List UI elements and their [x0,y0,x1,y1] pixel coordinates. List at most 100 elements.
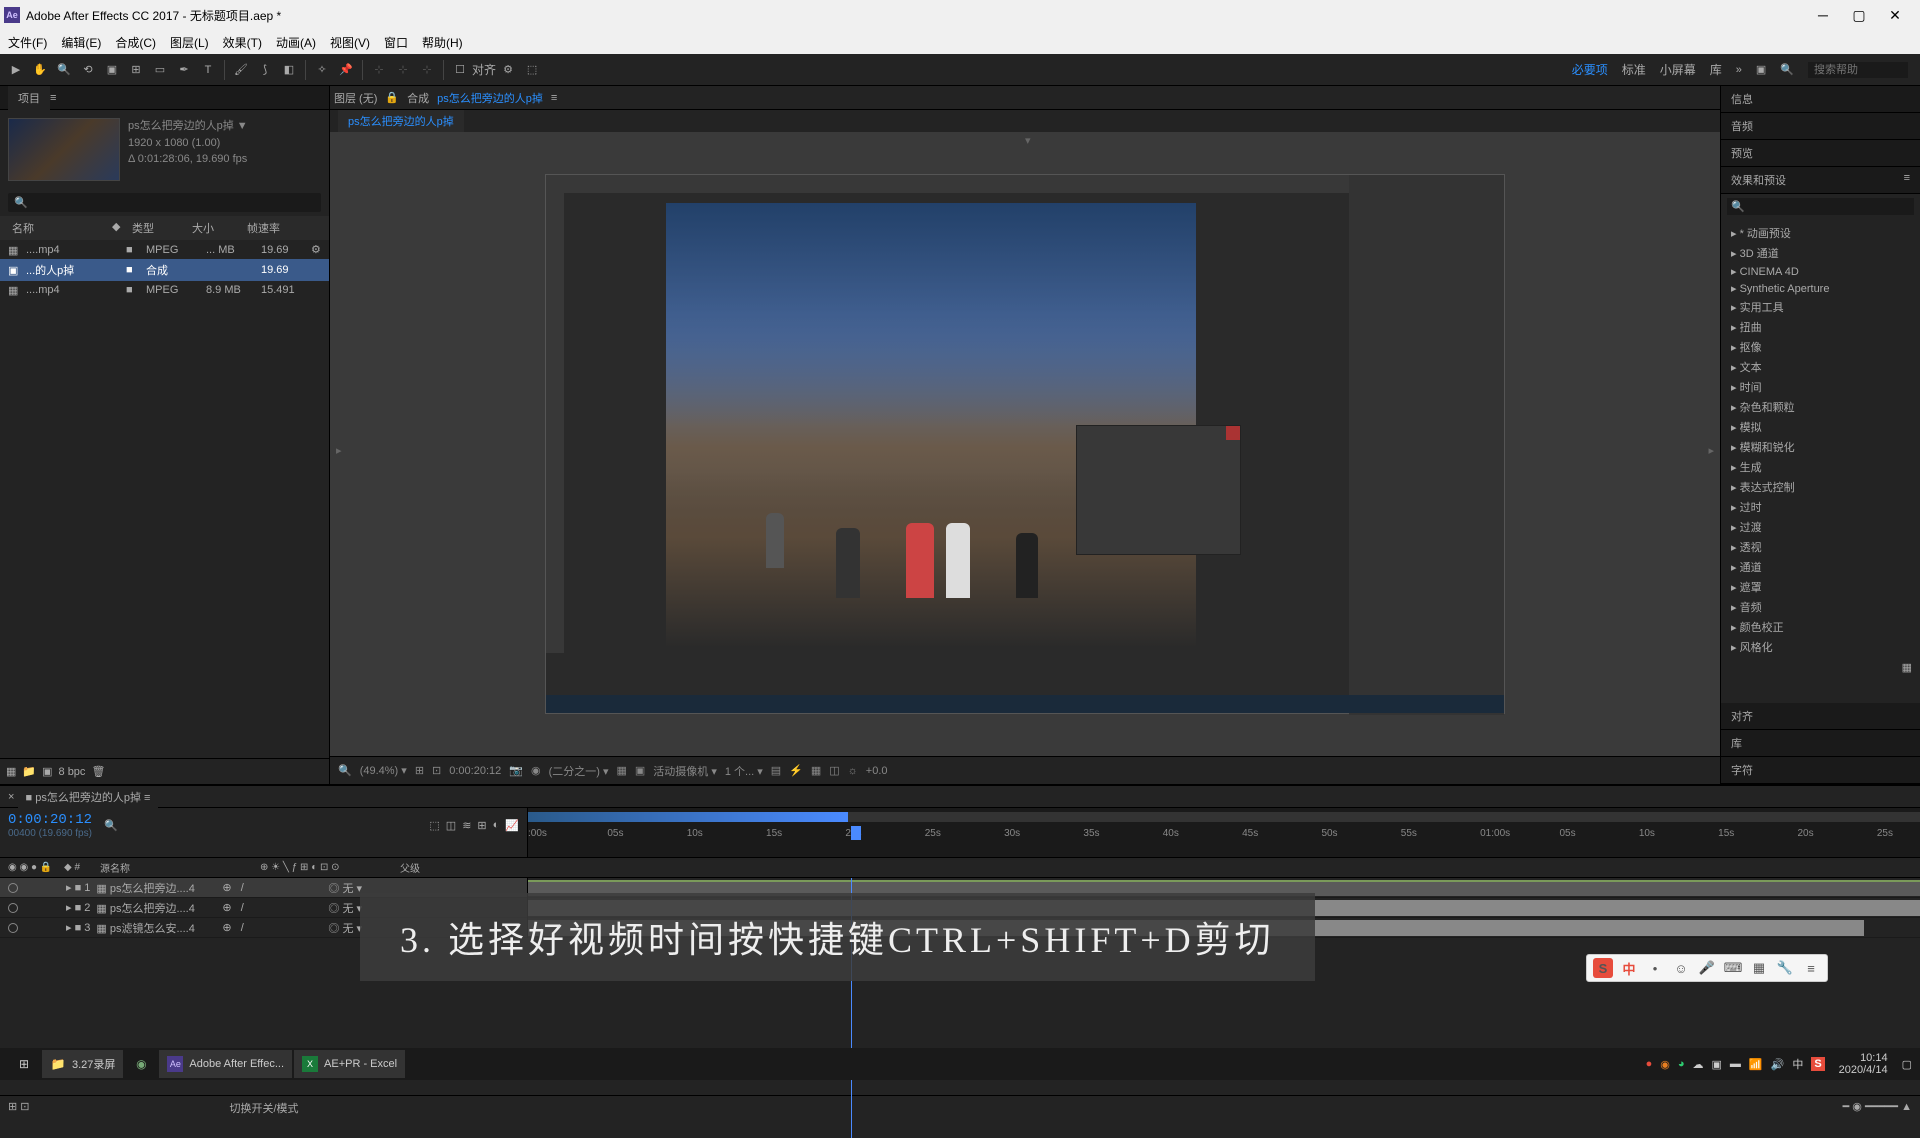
workspace-standard[interactable]: 标准 [1622,61,1646,78]
align-panel-tab[interactable]: 对齐 [1721,703,1920,730]
ime-voice-icon[interactable]: 🎤 [1697,958,1717,978]
effects-panel-tab[interactable]: 效果和预设≡ [1721,167,1920,194]
snap-edge-icon[interactable]: ⬚ [521,59,543,81]
region-icon[interactable]: ▣ [635,764,645,777]
project-tab[interactable]: 项目 [8,86,50,110]
effect-category[interactable]: ▸ 模拟 [1721,417,1920,437]
motion-blur-icon[interactable]: ◐ [493,819,500,832]
output-icon[interactable]: ▣ [1756,63,1766,76]
lock-icon[interactable]: 🔒 [385,91,399,104]
tray-cloud-icon[interactable]: ☁ [1693,1058,1704,1071]
taskbar-app[interactable]: ◉ [125,1050,157,1078]
source-name-header[interactable]: 源名称 [100,860,260,875]
taskbar-excel[interactable]: XAE+PR - Excel [294,1050,405,1078]
composition-thumbnail[interactable] [8,118,120,181]
preview-panel-tab[interactable]: 预览 [1721,140,1920,167]
zoom-tool[interactable]: 🔍 [53,59,75,81]
orbit-tool[interactable]: ⟲ [77,59,99,81]
workspace-small[interactable]: 小屏幕 [1660,61,1696,78]
eraser-tool[interactable]: ◧ [278,59,300,81]
ime-emoji-icon[interactable]: ☺ [1671,958,1691,978]
new-comp-icon[interactable]: ▣ [42,765,52,778]
selection-tool[interactable]: ▶ [5,59,27,81]
new-folder-icon[interactable]: 📁 [22,765,36,778]
resolution-dropdown[interactable]: (二分之一) ▾ [549,763,609,779]
effect-category[interactable]: ▸ 杂色和颗粒 [1721,397,1920,417]
effect-category[interactable]: ▸ 通道 [1721,557,1920,577]
menu-composition[interactable]: 合成(C) [115,34,156,51]
draft3d-icon[interactable]: ◫ [446,819,456,832]
puppet-tool[interactable]: 📌 [335,59,357,81]
resolution-icon[interactable]: ⊞ [415,764,424,777]
effect-category[interactable]: ▸ 模糊和锐化 [1721,437,1920,457]
menu-edit[interactable]: 编辑(E) [61,34,101,51]
effect-category[interactable]: ▸ 实用工具 [1721,297,1920,317]
ime-lang-icon[interactable]: 中 [1619,958,1639,978]
current-time[interactable]: 0:00:20:12 [8,812,92,828]
exposure-reset-icon[interactable]: ☼ [848,765,858,777]
tray-network-icon[interactable]: 📶 [1749,1058,1763,1071]
project-item[interactable]: ▣ ...的人p掉 ■ 合成 19.69 [0,259,329,281]
snap-checkbox[interactable]: ☐ [449,59,471,81]
project-item[interactable]: ▦ ....mp4 ■ MPEG ... MB 19.69 ⚙ [0,240,329,259]
magnify-icon[interactable]: 🔍 [338,764,352,777]
ime-toolbar[interactable]: S 中 • ☺ 🎤 ⌨ ▦ 🔧 ≡ [1586,954,1828,982]
effect-category[interactable]: ▸ CINEMA 4D [1721,263,1920,280]
effects-apply-icon[interactable]: ▦ [1721,657,1920,678]
shape-tool[interactable]: ▭ [149,59,171,81]
audio-panel-tab[interactable]: 音频 [1721,113,1920,140]
comp-tab-name[interactable]: ps怎么把旁边的人p掉 [437,90,543,106]
minimize-button[interactable]: ─ [1814,6,1832,24]
pan-behind-tool[interactable]: ⊞ [125,59,147,81]
graph-editor-icon[interactable]: 📈 [505,819,519,832]
effect-category[interactable]: ▸ 3D 通道 [1721,243,1920,263]
ime-tools-icon[interactable]: 🔧 [1775,958,1795,978]
ime-skin-icon[interactable]: ▦ [1749,958,1769,978]
workspace-more-icon[interactable]: » [1736,64,1742,76]
tray-monitor-icon[interactable]: ▣ [1712,1058,1722,1071]
effect-category[interactable]: ▸ 过渡 [1721,517,1920,537]
frame-blend-icon[interactable]: ⊞ [477,819,486,832]
info-panel-tab[interactable]: 信息 [1721,86,1920,113]
time-display[interactable]: 0:00:20:12 [449,765,501,777]
start-button[interactable]: ⊞ [8,1050,40,1078]
playhead[interactable] [851,826,861,840]
effect-category[interactable]: ▸ 音频 [1721,597,1920,617]
layer-tab[interactable]: 图层 (无) [334,90,377,106]
tray-clock[interactable]: 10:14 2020/4/14 [1833,1052,1894,1076]
menu-file[interactable]: 文件(F) [8,34,47,51]
exposure-value[interactable]: +0.0 [866,765,888,777]
snap-options-icon[interactable]: ⚙ [497,59,519,81]
tray-ime-lang[interactable]: 中 [1792,1056,1803,1072]
effect-category[interactable]: ▸ 抠像 [1721,337,1920,357]
comp-mini-flowchart-icon[interactable]: ⬚ [429,819,439,832]
pixel-aspect-icon[interactable]: ▤ [771,764,781,777]
effect-category[interactable]: ▸ 透视 [1721,537,1920,557]
hand-tool[interactable]: ✋ [29,59,51,81]
effect-category[interactable]: ▸ * 动画预设 [1721,223,1920,243]
menu-help[interactable]: 帮助(H) [422,34,463,51]
camera-tool[interactable]: ▣ [101,59,123,81]
effect-category[interactable]: ▸ 表达式控制 [1721,477,1920,497]
help-search-input[interactable] [1808,62,1908,78]
timeline-tab[interactable]: ■ ps怎么把旁边的人p掉 ≡ [18,786,159,808]
tray-sogou-icon[interactable]: S [1811,1057,1824,1071]
render-queue-icon[interactable]: × [8,791,14,803]
project-search[interactable]: 🔍 [8,193,321,212]
timeline-icon[interactable]: ▦ [811,764,821,777]
composition-viewer[interactable]: ▸ ▸ ▾ [330,132,1720,756]
flowchart-icon[interactable]: ◫ [829,764,839,777]
library-panel-tab[interactable]: 库 [1721,730,1920,757]
channel-icon[interactable]: ◉ [531,764,541,777]
tray-app-icon[interactable]: ◉ [1660,1058,1670,1071]
bpc-toggle[interactable]: 8 bpc [59,766,86,778]
project-item[interactable]: ▦ ....mp4 ■ MPEG 8.9 MB 15.491 [0,281,329,299]
grid-icon[interactable]: ⊡ [432,764,441,777]
taskbar-ae[interactable]: AeAdobe After Effec... [159,1050,292,1078]
character-panel-tab[interactable]: 字符 [1721,757,1920,784]
snapshot-icon[interactable]: 📷 [509,764,523,777]
tray-wechat-icon[interactable]: ◕ [1678,1058,1685,1070]
close-button[interactable]: ✕ [1886,6,1904,24]
effect-category[interactable]: ▸ 遮罩 [1721,577,1920,597]
trash-icon[interactable]: 🗑 [91,765,105,778]
